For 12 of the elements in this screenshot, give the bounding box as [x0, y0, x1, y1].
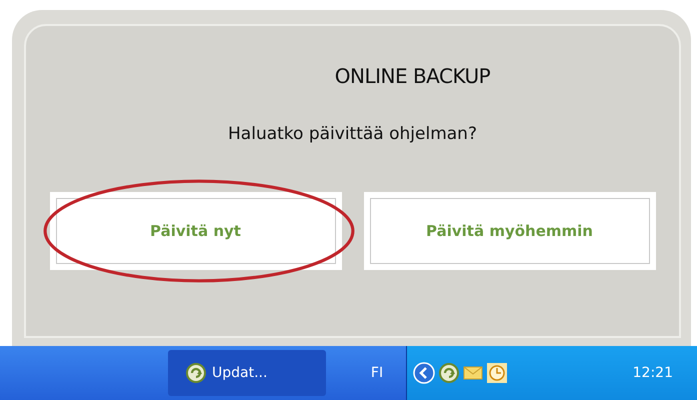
task-label: Updat... [212, 365, 268, 381]
clock-icon[interactable] [487, 363, 507, 383]
clock-time: 12:21 [632, 365, 673, 381]
refresh-icon [186, 363, 206, 383]
update-button[interactable]: Päivitä myöhemmin [370, 198, 650, 264]
refresh-icon[interactable] [439, 363, 459, 383]
question-text: Haluatko päivittää ohjelman? [228, 124, 477, 144]
chevron-left-icon[interactable] [413, 362, 435, 384]
update-button[interactable]: Päivitä nyt [56, 198, 336, 264]
language-indicator[interactable]: FI [362, 365, 392, 381]
taskbar-button[interactable]: Updat... [168, 350, 326, 396]
dialog-title: ONLINE BACKUP [334, 64, 490, 88]
